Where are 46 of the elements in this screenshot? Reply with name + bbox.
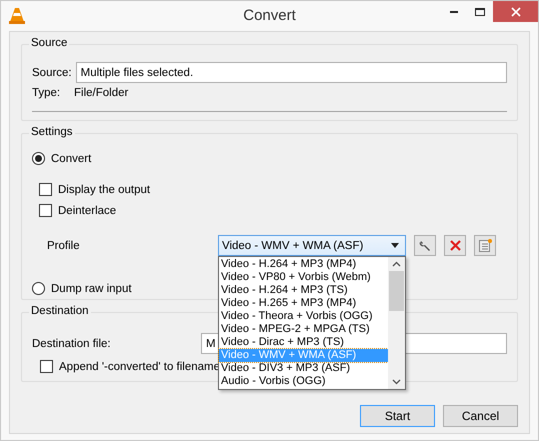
delete-profile-button[interactable] bbox=[444, 235, 466, 256]
cone-icon bbox=[9, 7, 25, 25]
dropdown-item[interactable]: Video - Dirac + MP3 (TS) bbox=[219, 336, 388, 349]
group-title: Settings bbox=[29, 126, 75, 138]
wrench-icon bbox=[419, 240, 431, 252]
close-button[interactable] bbox=[493, 1, 538, 22]
dropdown-item[interactable]: Video - H.264 + MP3 (MP4) bbox=[219, 258, 388, 271]
dropdown-item[interactable]: Video - H.264 + MP3 (TS) bbox=[219, 284, 388, 297]
type-value: File/Folder bbox=[74, 87, 128, 99]
minimize-icon bbox=[450, 10, 458, 12]
close-icon bbox=[510, 6, 520, 16]
dropdown-item[interactable]: Video - DIV3 + MP3 (ASF) bbox=[219, 362, 388, 375]
option-label: Display the output bbox=[58, 184, 150, 196]
dropdown-item[interactable]: Video - H.265 + MP3 (MP4) bbox=[219, 297, 388, 310]
option-label: Deinterlace bbox=[58, 204, 116, 216]
list-icon bbox=[478, 239, 492, 252]
group-title: Destination bbox=[29, 305, 91, 317]
checkbox[interactable] bbox=[40, 360, 53, 373]
dropdown-item[interactable]: Video - MPEG-2 + MPGA (TS) bbox=[219, 323, 388, 336]
cancel-button[interactable]: Cancel bbox=[443, 405, 518, 427]
close-icon bbox=[450, 240, 460, 251]
radio-button[interactable] bbox=[32, 282, 45, 295]
source-field[interactable]: Multiple files selected. bbox=[76, 62, 507, 83]
dropdown-item[interactable]: Video - Theora + Vorbis (OGG) bbox=[219, 310, 388, 323]
option-label: Append '-converted' to filename bbox=[59, 360, 220, 372]
field-label: Type: bbox=[32, 87, 62, 99]
scroll-up-icon[interactable] bbox=[392, 261, 401, 267]
maximize-icon bbox=[475, 8, 485, 16]
window-title: Convert bbox=[242, 7, 297, 24]
start-button[interactable]: Start bbox=[360, 405, 435, 427]
option-label: Convert bbox=[51, 152, 92, 164]
field-label: Source: bbox=[32, 66, 72, 78]
field-label: Destination file: bbox=[32, 338, 112, 350]
edit-profile-button[interactable] bbox=[414, 235, 436, 256]
scroll-down-icon[interactable] bbox=[392, 379, 401, 385]
group-title: Source bbox=[29, 37, 70, 49]
field-label: Profile bbox=[47, 240, 81, 252]
dropdown-item[interactable]: Audio - Vorbis (OGG) bbox=[219, 375, 388, 388]
new-profile-button[interactable] bbox=[474, 235, 496, 256]
checkbox[interactable] bbox=[39, 204, 52, 217]
scroll-thumb[interactable] bbox=[389, 271, 404, 311]
dropdown-item[interactable]: Video - VP80 + Vorbis (Webm) bbox=[219, 271, 388, 284]
checkbox[interactable] bbox=[39, 183, 52, 196]
option-label: Dump raw input bbox=[51, 282, 132, 294]
caret-icon bbox=[391, 243, 399, 248]
radio-button[interactable] bbox=[32, 152, 45, 165]
